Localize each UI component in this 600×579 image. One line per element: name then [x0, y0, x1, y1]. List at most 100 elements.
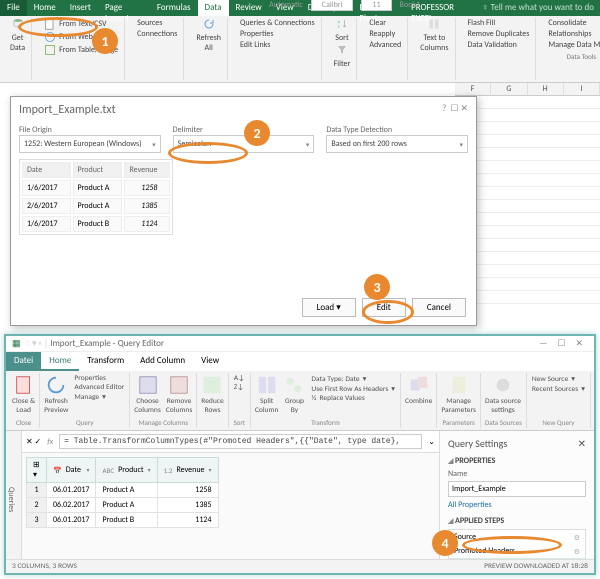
all-properties-link[interactable]: All Properties — [448, 500, 586, 510]
tab-file[interactable]: File — [0, 0, 27, 16]
table-row[interactable]: 106.01.2017Product A1258 — [27, 483, 219, 498]
remove-col-icon — [168, 374, 190, 396]
manage-parameters-button[interactable]: Manage Parameters — [441, 374, 476, 415]
data-validation-button[interactable]: Data Validation — [466, 40, 532, 50]
combine-button[interactable]: Combine — [405, 374, 432, 406]
formula-input[interactable]: = Table.TransformColumnTypes(#"Promoted … — [59, 434, 422, 449]
label-detection: Data Type Detection — [326, 125, 468, 135]
detection-select[interactable]: Based on first 200 rows▾ — [326, 135, 468, 153]
text-to-columns-button[interactable]: Text to Columns — [418, 18, 450, 53]
replace-values-button[interactable]: ½ Replace Values — [310, 394, 396, 403]
sort-desc-button[interactable]: Z↓ — [233, 383, 246, 392]
col-header: Revenue — [124, 162, 170, 178]
annotation-3: 3 — [364, 274, 390, 300]
fx-icon[interactable]: fx — [47, 437, 53, 447]
recent-sources-button[interactable]: Sources — [135, 18, 179, 28]
clear-button[interactable]: Clear — [367, 18, 403, 28]
applied-steps-section: APPLIED STEPS — [448, 516, 586, 526]
queries-pane-toggle[interactable]: Queries — [6, 431, 22, 563]
table-row[interactable]: 306.01.2017Product B1124 — [27, 513, 219, 528]
qe-tab-view[interactable]: View — [193, 352, 227, 371]
table-row[interactable]: 206.02.2017Product A1385 — [27, 498, 219, 513]
annotation-1: 1 — [92, 28, 118, 54]
manage-data-model-button[interactable]: Manage Data Model — [546, 40, 600, 50]
split-column-button[interactable]: Split Column — [255, 374, 279, 415]
recent-sources-button[interactable]: Recent Sources ▾ — [531, 384, 586, 394]
advanced-editor-button[interactable]: Advanced Editor — [73, 383, 125, 392]
sort-asc-button[interactable]: A↓ — [233, 374, 246, 383]
advanced-button[interactable]: Advanced — [367, 40, 403, 50]
refresh-all-button[interactable]: Refresh All — [194, 18, 223, 53]
qe-title: Import_Example - Query Editor — [50, 338, 164, 349]
refresh-icon — [45, 374, 67, 396]
close-icon[interactable]: ☐ ✕ — [450, 103, 468, 114]
qe-column-header[interactable]: ABC Product ▾ — [96, 458, 157, 483]
qe-tabs: DateiHomeTransformAdd ColumnView — [6, 352, 594, 371]
qe-tab-datei[interactable]: Datei — [6, 352, 41, 371]
column-header[interactable]: G — [491, 83, 527, 96]
relationships-button[interactable]: Relationships — [546, 29, 600, 39]
tab-review[interactable]: Review — [229, 0, 269, 16]
properties-button[interactable]: Properties — [238, 29, 317, 39]
group-by-button[interactable]: Group By — [283, 374, 305, 415]
manage-button[interactable]: Manage ▾ — [73, 392, 125, 402]
qe-tab-home[interactable]: Home — [41, 352, 79, 371]
table-row: 1/6/2017Product B1124 — [22, 216, 170, 232]
svg-text:Z: Z — [337, 25, 339, 30]
tab-page-layout[interactable]: Page Layout — [98, 0, 150, 16]
qe-column-header[interactable]: 📅 Date ▾ — [47, 458, 96, 483]
sort-button[interactable]: AZSort — [332, 18, 353, 43]
query-name-input[interactable] — [448, 481, 586, 497]
flash-fill-button[interactable]: Flash Fill — [466, 18, 532, 28]
label-file-origin: File Origin — [19, 125, 161, 135]
gear-icon — [492, 374, 514, 396]
table-icon — [44, 44, 56, 56]
tab-insert[interactable]: Insert — [63, 0, 98, 16]
qe-data-table[interactable]: ⊞ ▾📅 Date ▾ABC Product ▾1.2 Revenue ▾106… — [26, 457, 435, 528]
reapply-button[interactable]: Reapply — [367, 29, 403, 39]
refresh-preview-button[interactable]: Refresh Preview — [44, 374, 68, 415]
minimize-icon[interactable]: — — [534, 338, 552, 349]
close-icon[interactable]: ✕ — [570, 338, 588, 349]
tab-data[interactable]: Data — [198, 0, 229, 16]
params-icon — [448, 374, 470, 396]
choose-columns-button[interactable]: Choose Columns — [134, 374, 160, 415]
close-icon[interactable]: ✕ — [578, 437, 586, 450]
column-header[interactable]: F — [455, 83, 491, 96]
annotation-ring — [18, 17, 98, 37]
existing-connections-button[interactable]: Connections — [135, 29, 179, 39]
tell-me-input[interactable]: ♀ Tell me what you want to do — [476, 0, 600, 16]
close-load-button[interactable]: Close & Load — [12, 374, 35, 415]
reduce-rows-button[interactable]: Reduce Rows — [201, 374, 223, 415]
consolidate-button[interactable]: Consolidate — [546, 18, 600, 28]
dialog-title: Import_Example.txt — [19, 103, 116, 117]
qe-tab-add-column[interactable]: Add Column — [132, 352, 193, 371]
cancel-button[interactable]: Cancel — [412, 298, 466, 317]
columns-icon — [137, 374, 159, 396]
group-label: Data Tools — [546, 52, 600, 61]
remove-columns-button[interactable]: Remove Columns — [166, 374, 192, 415]
qe-ribbon: Close & LoadClose Refresh Preview Proper… — [6, 371, 594, 431]
data-source-settings-button[interactable]: Data source settings — [485, 374, 521, 415]
column-header[interactable]: H — [528, 83, 564, 96]
file-origin-select[interactable]: 1252: Western European (Windows)▾ — [19, 135, 161, 153]
rows-icon — [201, 374, 223, 396]
help-icon[interactable]: ? — [442, 103, 446, 114]
tab-formulas[interactable]: Formulas — [150, 0, 198, 16]
qe-properties-button[interactable]: Properties — [73, 374, 125, 383]
edit-links-button[interactable]: Edit Links — [238, 40, 317, 50]
expand-icon[interactable]: ⌄ — [428, 437, 435, 447]
new-source-button[interactable]: New Source ▾ — [531, 374, 586, 384]
close-load-icon — [13, 374, 35, 396]
remove-duplicates-button[interactable]: Remove Duplicates — [466, 29, 532, 39]
maximize-icon[interactable]: ☐ — [552, 338, 570, 349]
load-button[interactable]: Load ▾ — [302, 298, 356, 317]
tab-home[interactable]: Home — [27, 0, 63, 16]
queries-connections-button[interactable]: Queries & Connections — [238, 18, 317, 28]
filter-button[interactable]: Filter — [332, 44, 353, 69]
qe-column-header[interactable]: 1.2 Revenue ▾ — [157, 458, 218, 483]
first-row-headers-button[interactable]: Use First Row As Headers ▾ — [310, 384, 396, 394]
data-type-button[interactable]: Data Type: Date ▾ — [310, 374, 396, 384]
column-header[interactable]: I — [564, 83, 600, 96]
qe-tab-transform[interactable]: Transform — [79, 352, 132, 371]
